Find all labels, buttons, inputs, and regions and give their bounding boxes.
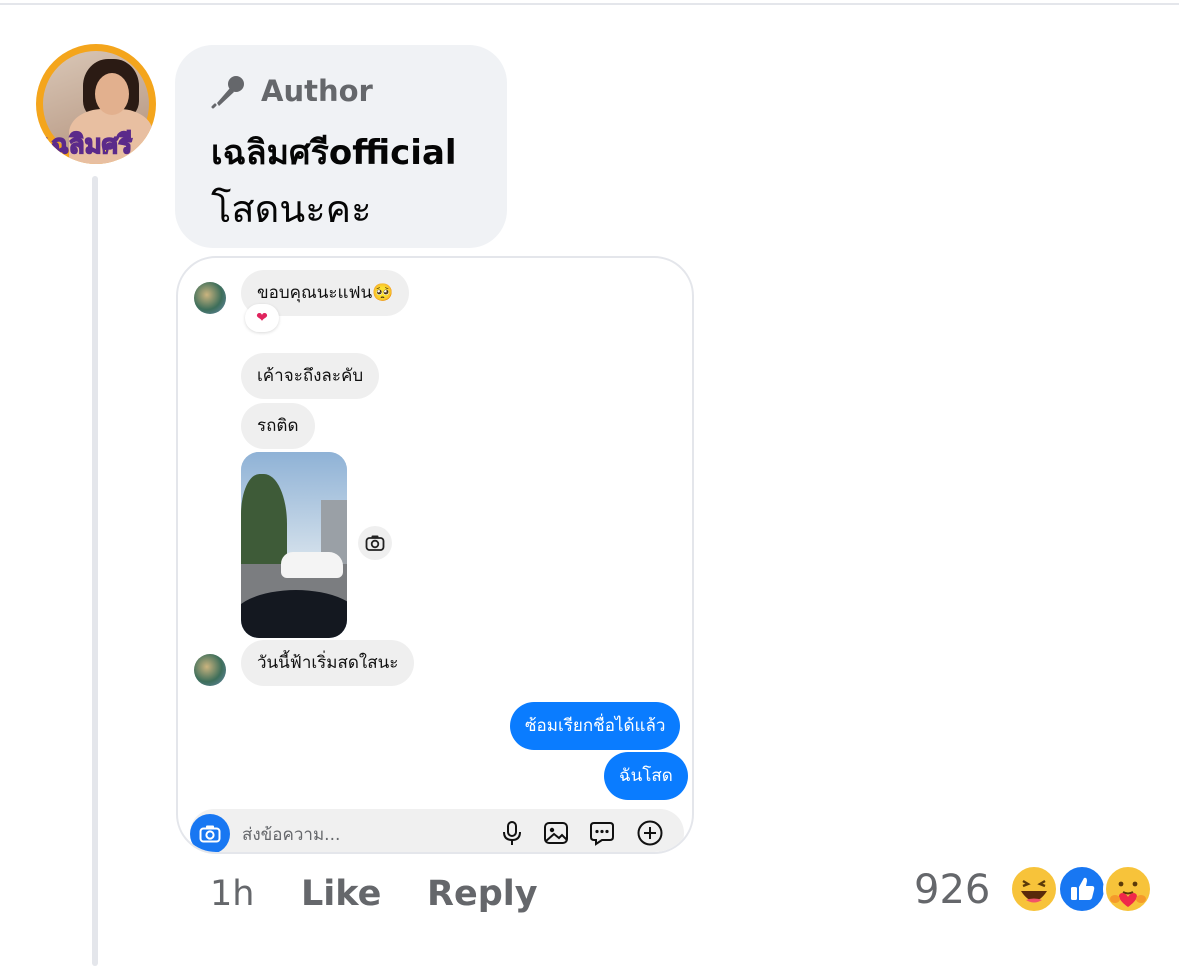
chat-message-outgoing: ซ้อมเรียกชื่อได้แล้ว [510, 702, 681, 750]
reaction-count[interactable]: 926 [914, 866, 990, 914]
reply-button[interactable]: Reply [427, 872, 538, 916]
chat-message-incoming: วันนี้ฟ้าเริ่มสดใสนะ [241, 640, 415, 686]
thread-line [92, 176, 98, 966]
author-label: Author [261, 74, 373, 108]
chat-photo [241, 452, 347, 638]
chat-composer: ส่งข้อความ... [190, 809, 684, 852]
care-icon[interactable] [1103, 864, 1153, 914]
chat-avatar [194, 282, 226, 314]
chat-message-outgoing: ฉันโสด [604, 752, 688, 800]
comment-bubble: Author เฉลิมศรีofficial โสดนะคะ [175, 45, 507, 248]
attached-chat-screenshot[interactable]: ขอบคุณนะแฟน🥺 ❤ เค้าจะถึงละคับ รถติด วันน… [176, 256, 694, 854]
comment-timestamp[interactable]: 1h [210, 872, 254, 916]
top-divider [0, 3, 1179, 5]
comment-text: โสดนะคะ [211, 187, 372, 231]
composer-placeholder: ส่งข้อความ... [242, 825, 341, 845]
haha-icon[interactable] [1009, 864, 1059, 914]
chat-avatar [194, 654, 226, 686]
image-icon [544, 822, 568, 844]
author-badge: Author [211, 73, 373, 109]
sticker-message-icon [590, 822, 614, 846]
commenter-name[interactable]: เฉลิมศรีofficial [211, 125, 457, 179]
microphone-icon [211, 76, 244, 109]
chat-message-incoming: รถติด [241, 403, 315, 449]
avatar-logo-text: เฉลิมศรี [41, 129, 133, 161]
chat-message-incoming: เค้าจะถึงละคับ [241, 353, 380, 399]
plus-circle-icon [637, 820, 663, 846]
microphone-icon [503, 821, 521, 845]
like-button[interactable]: Like [301, 872, 381, 916]
avatar[interactable]: เฉลิมศรี [36, 44, 156, 164]
camera-icon [358, 526, 392, 560]
like-icon[interactable] [1057, 864, 1107, 914]
heart-reaction-icon: ❤ [245, 304, 279, 332]
camera-button-icon [190, 814, 230, 852]
